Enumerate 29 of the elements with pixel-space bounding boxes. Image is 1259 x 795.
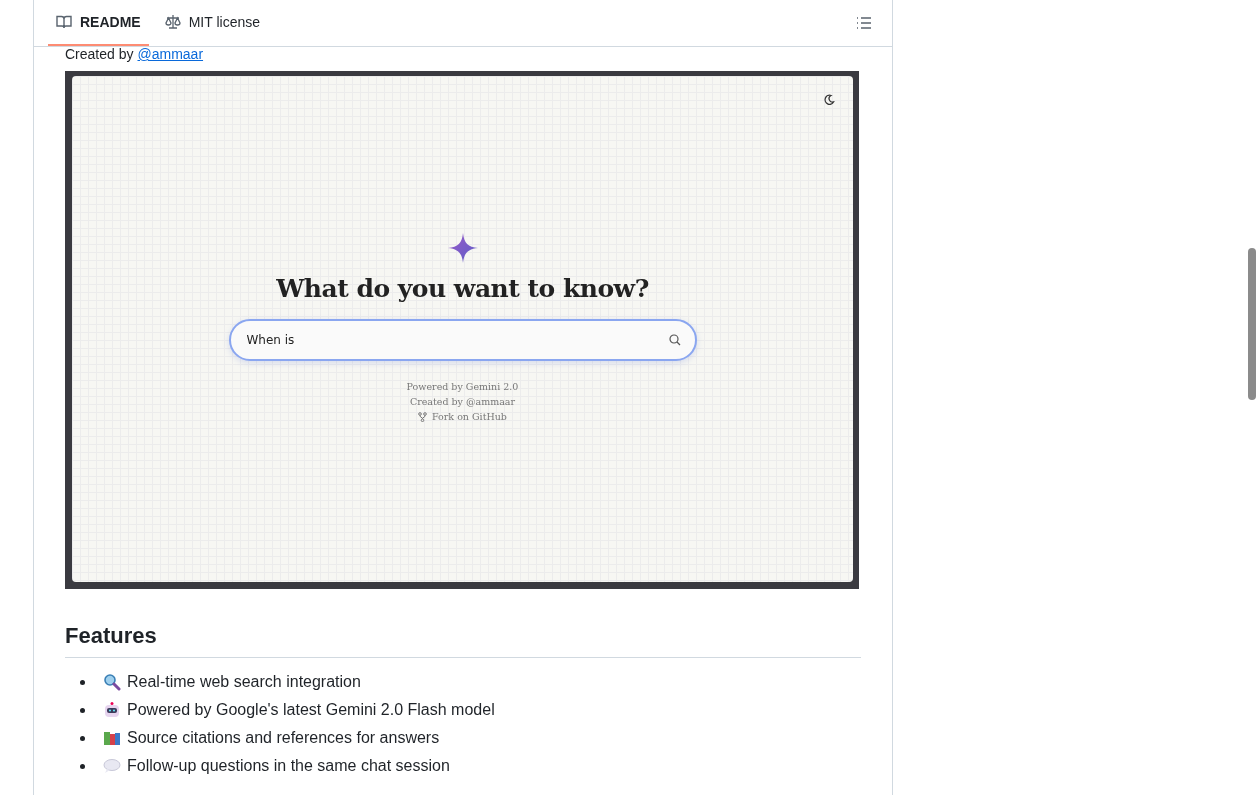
search-icon[interactable] — [668, 334, 681, 346]
author-link[interactable]: @ammaar — [137, 47, 204, 61]
books-icon — [103, 729, 121, 747]
search-field[interactable]: When is — [228, 319, 697, 361]
tab[interactable]: MIT license — [156, 0, 268, 46]
app-footer-text: Created by @ammaar — [409, 395, 516, 409]
robot-icon — [103, 701, 121, 719]
feature-text: Powered by Google's latest Gemini 2.0 Flash model — [127, 701, 495, 719]
feature-text: Source citations and references for answers — [127, 729, 440, 747]
bullet-icon — [80, 763, 85, 769]
app-footer-text: Powered by Gemini 2.0 — [406, 380, 519, 394]
moon-icon[interactable] — [823, 94, 835, 106]
credit-text: Created by @ammaar — [65, 47, 205, 64]
tab[interactable]: README — [48, 0, 149, 46]
section-heading: Features — [65, 623, 861, 658]
scales-icon — [164, 14, 181, 30]
fork-link[interactable]: Fork on GitHub — [418, 409, 507, 424]
bullet-icon — [80, 707, 85, 713]
app-heading: What do you want to know? — [276, 274, 649, 303]
bullet-icon — [80, 735, 85, 741]
book-icon — [56, 14, 72, 30]
list-icon — [856, 15, 872, 31]
magnifier-icon — [103, 673, 121, 691]
bullet-icon — [80, 679, 85, 685]
scrollbar-thumb[interactable] — [1248, 248, 1256, 400]
fork-icon — [418, 411, 428, 422]
feature-text: Follow-up questions in the same chat session — [127, 757, 450, 775]
speech-bubble-icon — [103, 757, 121, 775]
feature-text: Real-time web search integration — [127, 673, 361, 691]
